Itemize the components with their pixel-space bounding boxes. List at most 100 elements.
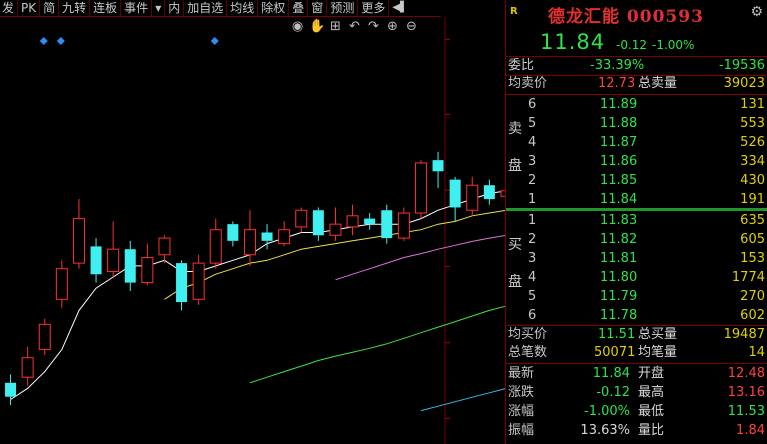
level-volume: 553 <box>740 116 765 131</box>
orderbook-row[interactable]: 4 11.80 1774 <box>506 269 767 287</box>
weibi-pct: -33.39% <box>590 58 645 73</box>
orderbook-row[interactable]: 2 11.82 605 <box>506 231 767 249</box>
stat-value: 12.48 <box>727 366 765 381</box>
level-price: 11.87 <box>600 135 638 150</box>
candle-body <box>295 209 308 228</box>
price-line: 11.84 -0.12 -1.00% <box>506 28 767 56</box>
stat-label: 最低 <box>638 404 665 419</box>
stock-name: 德龙汇能 <box>548 7 620 27</box>
level-volume: 635 <box>740 213 765 228</box>
avg-sell-value: 12.73 <box>598 76 636 91</box>
orderbook-row[interactable]: 6 11.89 131 <box>506 96 767 114</box>
stat-row: 涨跌 -0.12 最高 13.16 <box>506 384 767 402</box>
level-price: 11.86 <box>600 154 638 169</box>
orderbook-row[interactable]: 1 11.84 191 <box>506 191 767 209</box>
stat-row: 最新 11.84 开盘 12.48 <box>506 365 767 383</box>
orderbook-row[interactable]: 1 11.83 635 <box>506 212 767 230</box>
signal-diamond-icon <box>210 37 219 45</box>
toolbar-btn-0[interactable]: 发 <box>0 0 19 16</box>
stat-label: 开盘 <box>638 366 665 381</box>
candle-body <box>261 232 273 241</box>
total-sell-value: 39023 <box>723 76 765 91</box>
level-index: 5 <box>528 116 537 131</box>
orderbook-row[interactable]: 2 11.85 430 <box>506 172 767 190</box>
toolbar-btn-3[interactable]: 九转 <box>59 0 91 16</box>
divider <box>506 94 767 95</box>
toolbar-btn-11[interactable]: 叠 <box>289 0 309 16</box>
level-volume: 605 <box>740 232 765 247</box>
avg-sell-label: 均卖价 <box>508 76 548 91</box>
toolbar-btn-6[interactable]: ▾ <box>152 0 166 16</box>
level-index: 3 <box>528 251 537 266</box>
stat-label: 最新 <box>508 366 535 381</box>
last-price: 11.84 <box>540 30 606 54</box>
price-change-pct: -1.00% <box>652 38 695 52</box>
candle-body <box>141 257 154 284</box>
ma5-line <box>10 190 505 400</box>
kline-chart[interactable]: 13.5712.2210.869.498.126.7613.16STB <box>0 17 505 444</box>
level-volume: 270 <box>740 289 765 304</box>
stat-label: 涨跌 <box>508 385 535 400</box>
trades-label: 总笔数 <box>508 345 548 360</box>
candle-body <box>483 185 495 200</box>
toolbar-btn-7[interactable]: 内 <box>165 0 185 16</box>
settings-gear-icon[interactable]: ⚙ <box>750 4 763 20</box>
toolbar-btn-2[interactable]: 简 <box>40 0 60 16</box>
weibi-row: 委比 -33.39% -19536 <box>506 57 767 75</box>
level-price: 11.84 <box>600 192 638 207</box>
level-price: 11.82 <box>600 232 638 247</box>
level-volume: 131 <box>740 97 765 112</box>
toolbar-btn-10[interactable]: 除权 <box>258 0 290 16</box>
candle-body <box>176 263 188 303</box>
level-index: 2 <box>528 173 537 188</box>
orderbook-row[interactable]: 4 11.87 526 <box>506 134 767 152</box>
price-change: -0.12 <box>616 38 648 52</box>
orderbook-side-label: 卖 <box>508 121 522 137</box>
level-price: 11.80 <box>600 270 638 285</box>
level-index: 1 <box>528 213 537 228</box>
candle-body <box>432 160 444 172</box>
toolbar-btn-13[interactable]: 预测 <box>327 0 359 16</box>
total-buy-label: 总买量 <box>638 327 678 342</box>
toolbar-btn-4[interactable]: 连板 <box>90 0 122 16</box>
candle-body <box>209 229 222 264</box>
orderbook-row[interactable]: 6 11.78 602 <box>506 307 767 325</box>
avg-lot-label: 均笔量 <box>638 345 678 360</box>
signal-diamond-icon <box>56 37 65 45</box>
candle-body <box>397 212 410 239</box>
toolbar-btn-12[interactable]: 窗 <box>308 0 328 16</box>
toolbar-btn-8[interactable]: 加自选 <box>184 0 228 16</box>
orderbook-row[interactable]: 5 11.79 270 <box>506 288 767 306</box>
stat-label: 涨幅 <box>508 404 535 419</box>
level-volume: 153 <box>740 251 765 266</box>
level-price: 11.89 <box>600 97 638 112</box>
orderbook-side-label: 盘 <box>508 274 522 290</box>
trades-value: 50071 <box>594 345 636 360</box>
level-price: 11.81 <box>600 251 638 266</box>
r-badge: R <box>510 6 518 17</box>
level-price: 11.83 <box>600 213 638 228</box>
candle-body <box>55 268 68 300</box>
orderbook-row[interactable]: 5 11.88 553 <box>506 115 767 133</box>
candle-body <box>227 224 239 241</box>
candle-body <box>414 162 427 214</box>
toolbar-btn-14[interactable]: 更多 <box>358 0 390 16</box>
y-tick-label: 12.22 <box>454 104 500 123</box>
avg-buy-value: 11.51 <box>598 327 636 342</box>
avg-buy-label: 均买价 <box>508 327 548 342</box>
stat-label: 最高 <box>638 385 665 400</box>
exit-icon[interactable]: ◀▌ <box>389 0 410 16</box>
level-price: 11.88 <box>600 116 638 131</box>
weibi-label: 委比 <box>508 58 535 73</box>
level-index: 2 <box>528 232 537 247</box>
candle-body <box>381 210 393 239</box>
level-index: 3 <box>528 154 537 169</box>
toolbar-btn-5[interactable]: 事件 <box>121 0 153 16</box>
toolbar-btn-1[interactable]: PK <box>18 0 41 16</box>
orderbook-row[interactable]: 3 11.81 153 <box>506 250 767 268</box>
level-index: 5 <box>528 289 537 304</box>
candle-body <box>329 223 342 236</box>
stock-title[interactable]: 德龙汇能 000593 <box>548 2 704 27</box>
toolbar-btn-9[interactable]: 均线 <box>227 0 259 16</box>
orderbook-row[interactable]: 3 11.86 334 <box>506 153 767 171</box>
